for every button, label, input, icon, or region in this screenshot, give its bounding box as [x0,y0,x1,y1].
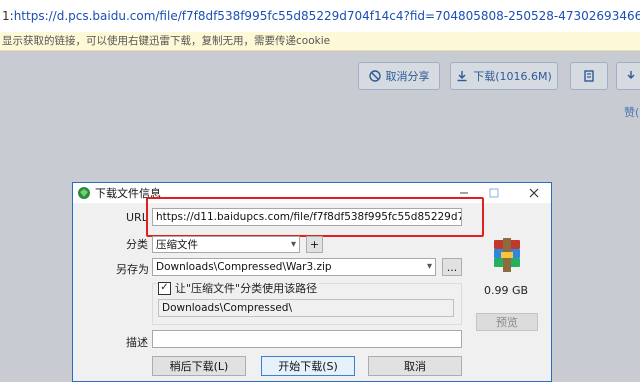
preview-button[interactable]: 预览 [476,313,538,331]
url-label: URL [126,211,148,224]
winrar-archive-icon [494,238,520,272]
category-value: 压缩文件 [156,239,198,251]
cancel-share-label: 取消分享 [385,70,430,83]
browse-button[interactable]: ... [442,258,462,276]
download-later-button[interactable]: 稍后下载(L) [152,356,246,376]
use-path-checkbox[interactable]: ✓ [158,281,171,295]
download-icon [457,71,467,82]
close-icon [529,188,539,198]
category-select[interactable]: 压缩文件 ▾ [152,236,300,253]
use-path-checkbox-row[interactable]: ✓ 让"压缩文件"分类使用该路径 [158,280,320,296]
hint-bar: 显示获取的链接，可以使用右键迅雷下载，复制无用，需要传递cookie [0,32,640,51]
highlight-box [146,197,484,237]
add-category-button[interactable]: + [306,236,323,253]
chevron-down-icon: ▾ [290,239,296,250]
cancel-share-button[interactable]: 取消分享 [358,62,440,90]
description-input[interactable] [152,330,462,348]
forbidden-icon [368,70,381,82]
use-path-label: 让"压缩文件"分类使用该路径 [175,282,318,295]
file-size: 0.99 GB [484,284,529,297]
save-as-value: Downloads\Compressed\War3.zip [156,261,332,273]
more-button[interactable] [570,62,608,90]
save-as-label: 另存为 [116,263,149,276]
close-button[interactable] [519,183,549,203]
download-button[interactable]: 下载(1016.6M) [450,62,558,90]
description-label: 描述 [126,336,148,349]
chevron-down-icon: ▾ [426,261,432,272]
address-bar[interactable]: 1: https://d.pcs.baidu.com/file/f7f8df53… [0,0,640,33]
tab-prefix: 1: [2,9,14,23]
idm-logo-icon [78,187,90,199]
cancel-button[interactable]: 取消 [368,356,462,376]
category-label: 分类 [126,238,148,251]
start-download-button[interactable]: 开始下载(S) [261,356,355,376]
address-url[interactable]: https://d.pcs.baidu.com/file/f7f8df538f9… [14,9,640,23]
download-icon [627,71,635,79]
document-icon [584,70,594,82]
download-alt-button[interactable] [616,62,640,90]
download-label: 下载(1016.6M) [473,70,552,83]
maximize-icon [489,188,499,198]
praise-label[interactable]: 赞( [624,104,639,120]
save-as-select[interactable]: Downloads\Compressed\War3.zip ▾ [152,258,436,276]
category-path-field: Downloads\Compressed\ [158,299,454,317]
hint-text: 显示获取的链接，可以使用右键迅雷下载，复制无用，需要传递cookie [2,35,331,47]
